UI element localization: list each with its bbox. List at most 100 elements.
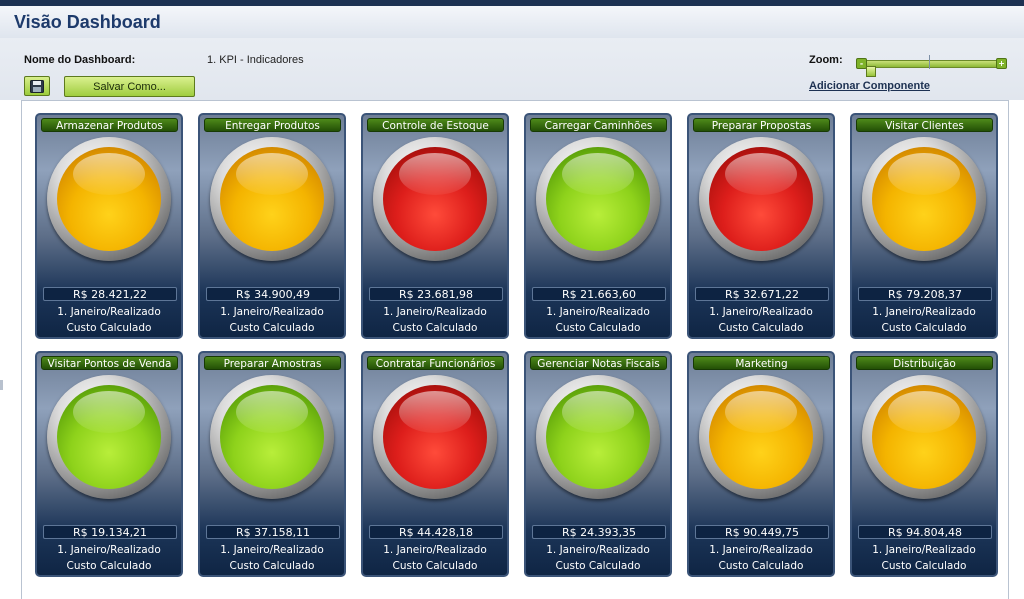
kpi-card-title: Armazenar Produtos xyxy=(41,118,178,132)
status-light-red-icon xyxy=(383,147,487,251)
kpi-card-title: Entregar Produtos xyxy=(204,118,341,132)
traffic-light-ring xyxy=(699,375,823,499)
kpi-card-title: Gerenciar Notas Fiscais xyxy=(530,356,667,370)
status-light-red-icon xyxy=(383,385,487,489)
status-light-red-icon xyxy=(709,147,813,251)
kpi-card-period: 1. Janeiro/Realizado xyxy=(872,306,976,318)
kpi-card-value: R$ 79.208,37 xyxy=(858,287,992,301)
kpi-card-metric: Custo Calculado xyxy=(229,322,315,334)
kpi-card-value: R$ 23.681,98 xyxy=(369,287,503,301)
kpi-card-metric: Custo Calculado xyxy=(229,560,315,572)
traffic-light-ring xyxy=(210,137,334,261)
traffic-light-ring xyxy=(699,137,823,261)
kpi-card-period: 1. Janeiro/Realizado xyxy=(709,544,813,556)
page-title: Visão Dashboard xyxy=(14,12,161,32)
kpi-card-metric: Custo Calculado xyxy=(555,560,641,572)
floppy-disk-icon xyxy=(30,79,44,93)
kpi-card-value: R$ 90.449,75 xyxy=(695,525,829,539)
kpi-card-value: R$ 21.663,60 xyxy=(532,287,666,301)
kpi-card-metric: Custo Calculado xyxy=(555,322,641,334)
kpi-card-period: 1. Janeiro/Realizado xyxy=(546,306,650,318)
kpi-card-value: R$ 34.900,49 xyxy=(206,287,340,301)
kpi-card[interactable]: Controle de Estoque R$ 23.681,98 1. Janeir… xyxy=(361,113,509,339)
status-light-amber-icon xyxy=(872,147,976,251)
kpi-card-metric: Custo Calculado xyxy=(881,322,967,334)
save-button[interactable] xyxy=(24,76,50,96)
kpi-card[interactable]: Preparar Amostras R$ 37.158,11 1. Janeiro/… xyxy=(198,351,346,577)
kpi-card[interactable]: Distribuição R$ 94.804,48 1. Janeiro/Reali… xyxy=(850,351,998,577)
traffic-light-ring xyxy=(536,375,660,499)
kpi-card-title: Contratar Funcionários xyxy=(367,356,504,370)
status-light-green-icon xyxy=(546,385,650,489)
kpi-card-period: 1. Janeiro/Realizado xyxy=(220,544,324,556)
kpi-card[interactable]: Carregar Caminhões R$ 21.663,60 1. Janeiro… xyxy=(524,113,672,339)
status-light-amber-icon xyxy=(872,385,976,489)
kpi-card-value: R$ 19.134,21 xyxy=(43,525,177,539)
add-component-link[interactable]: Adicionar Componente xyxy=(809,80,930,92)
zoom-label: Zoom: xyxy=(809,54,843,66)
kpi-card-title: Preparar Amostras xyxy=(204,356,341,370)
kpi-card-title: Controle de Estoque xyxy=(367,118,504,132)
kpi-card-value: R$ 32.671,22 xyxy=(695,287,829,301)
kpi-card[interactable]: Preparar Propostas R$ 32.671,22 1. Janeiro… xyxy=(687,113,835,339)
dashboard-panel: Armazenar Produtos R$ 28.421,22 1. Janeiro… xyxy=(21,100,1009,599)
kpi-card[interactable]: Armazenar Produtos R$ 28.421,22 1. Janeiro… xyxy=(35,113,183,339)
status-light-amber-icon xyxy=(57,147,161,251)
traffic-light-ring xyxy=(47,375,171,499)
kpi-card-metric: Custo Calculado xyxy=(718,560,804,572)
kpi-card-title: Marketing xyxy=(693,356,830,370)
kpi-card-period: 1. Janeiro/Realizado xyxy=(57,544,161,556)
kpi-card-period: 1. Janeiro/Realizado xyxy=(872,544,976,556)
kpi-card[interactable]: Gerenciar Notas Fiscais R$ 24.393,35 1. Ja… xyxy=(524,351,672,577)
zoom-slider-track[interactable] xyxy=(858,60,1006,68)
dashboard-name-value: 1. KPI - Indicadores xyxy=(207,54,304,66)
kpi-card-period: 1. Janeiro/Realizado xyxy=(546,544,650,556)
kpi-card-title: Visitar Clientes xyxy=(856,118,993,132)
kpi-card-value: R$ 37.158,11 xyxy=(206,525,340,539)
kpi-card-period: 1. Janeiro/Realizado xyxy=(220,306,324,318)
kpi-card-metric: Custo Calculado xyxy=(66,560,152,572)
traffic-light-ring xyxy=(862,137,986,261)
zoom-slider-thumb[interactable] xyxy=(866,66,876,77)
kpi-card-value: R$ 24.393,35 xyxy=(532,525,666,539)
traffic-light-ring xyxy=(373,137,497,261)
kpi-card[interactable]: Marketing R$ 90.449,75 1. Janeiro/Realizad… xyxy=(687,351,835,577)
kpi-card-period: 1. Janeiro/Realizado xyxy=(383,306,487,318)
kpi-card-metric: Custo Calculado xyxy=(392,322,478,334)
traffic-light-ring xyxy=(210,375,334,499)
kpi-card-title: Carregar Caminhões xyxy=(530,118,667,132)
traffic-light-ring xyxy=(536,137,660,261)
zoom-in-button[interactable]: + xyxy=(996,58,1007,69)
kpi-card[interactable]: Contratar Funcionários R$ 44.428,18 1. Jan… xyxy=(361,351,509,577)
status-light-green-icon xyxy=(57,385,161,489)
kpi-card-title: Distribuição xyxy=(856,356,993,370)
kpi-card-metric: Custo Calculado xyxy=(718,322,804,334)
kpi-card-period: 1. Janeiro/Realizado xyxy=(709,306,813,318)
traffic-light-ring xyxy=(862,375,986,499)
zoom-slider-tick xyxy=(929,55,930,69)
dashboard-name-label: Nome do Dashboard: xyxy=(24,54,136,66)
left-edge-marker xyxy=(0,380,3,390)
kpi-card[interactable]: Visitar Pontos de Venda R$ 19.134,21 1. Ja… xyxy=(35,351,183,577)
dashboard-toolbar: Nome do Dashboard: 1. KPI - Indicadores … xyxy=(0,38,1024,100)
kpi-card-title: Visitar Pontos de Venda xyxy=(41,356,178,370)
status-light-amber-icon xyxy=(709,385,813,489)
traffic-light-ring xyxy=(47,137,171,261)
kpi-card-metric: Custo Calculado xyxy=(66,322,152,334)
kpi-card-title: Preparar Propostas xyxy=(693,118,830,132)
kpi-card-period: 1. Janeiro/Realizado xyxy=(57,306,161,318)
kpi-card[interactable]: Entregar Produtos R$ 34.900,49 1. Janeiro/… xyxy=(198,113,346,339)
status-light-green-icon xyxy=(546,147,650,251)
kpi-card-value: R$ 28.421,22 xyxy=(43,287,177,301)
kpi-card-value: R$ 94.804,48 xyxy=(858,525,992,539)
kpi-card-metric: Custo Calculado xyxy=(392,560,478,572)
kpi-card-metric: Custo Calculado xyxy=(881,560,967,572)
kpi-card-period: 1. Janeiro/Realizado xyxy=(383,544,487,556)
page-header: Visão Dashboard xyxy=(0,6,1024,40)
kpi-card[interactable]: Visitar Clientes R$ 79.208,37 1. Janeiro/R… xyxy=(850,113,998,339)
traffic-light-ring xyxy=(373,375,497,499)
status-light-amber-icon xyxy=(220,147,324,251)
save-as-button[interactable]: Salvar Como... xyxy=(64,76,195,97)
kpi-card-value: R$ 44.428,18 xyxy=(369,525,503,539)
status-light-green-icon xyxy=(220,385,324,489)
